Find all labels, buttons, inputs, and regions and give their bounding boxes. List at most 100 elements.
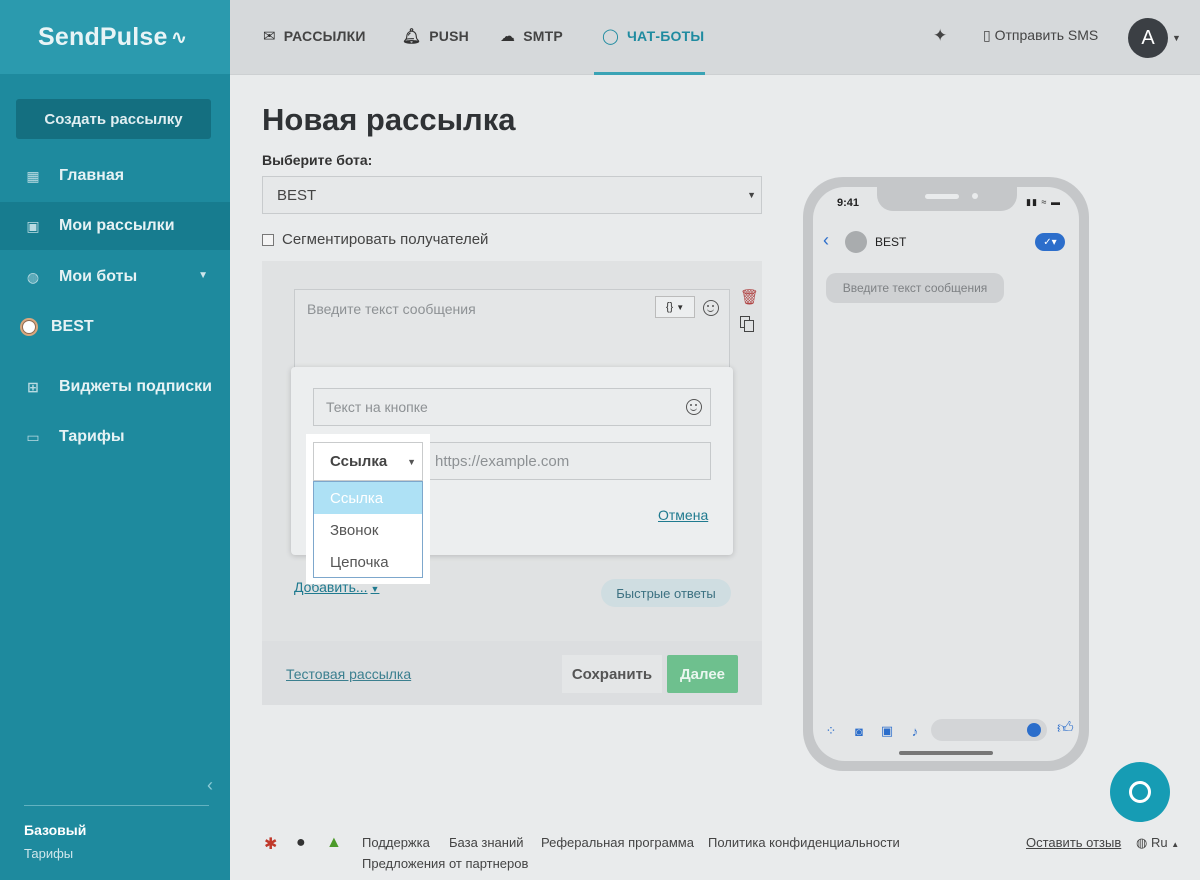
bot-select[interactable]: BEST ▼ <box>262 176 762 214</box>
action-bar: Тестовая рассылка Сохранить Далее <box>262 641 762 705</box>
tab-chatbots[interactable]: ◯ ЧАТ-БОТЫ <box>602 27 704 45</box>
sidebar-item-tariffs[interactable]: ▭ Тарифы <box>0 413 230 461</box>
feedback-link[interactable]: Оставить отзыв <box>1026 835 1121 850</box>
footer-link-privacy[interactable]: Политика конфиденциальности <box>708 835 900 850</box>
camera-icon: ◙ <box>855 723 863 739</box>
cloud-icon: ☁ <box>500 28 516 45</box>
sidebar-item-my-mailings[interactable]: ▣ Мои рассылки <box>0 202 230 250</box>
cancel-link[interactable]: Отмена <box>658 507 708 523</box>
tab-label: РАССЫЛКИ <box>283 28 366 44</box>
back-icon: ‹ <box>823 230 829 250</box>
segment-checkbox-row[interactable]: Сегментировать получателей <box>262 231 488 248</box>
tab-label: SMTP <box>523 28 563 44</box>
emoji-icon <box>1027 723 1041 737</box>
segment-label: Сегментировать получателей <box>282 231 489 248</box>
caret-down-icon: ▼ <box>198 270 208 281</box>
avatar[interactable]: A <box>1128 18 1168 58</box>
bell-icon: 🔔︎ <box>402 28 422 45</box>
caret-down-icon: ▼ <box>370 584 380 594</box>
phone-icon: ▯ <box>983 27 991 43</box>
slack-icon[interactable]: ✱ <box>264 834 277 854</box>
message-textarea[interactable]: Введите текст сообщения {} ▼ <box>294 289 730 369</box>
option-link[interactable]: Ссылка <box>314 482 422 514</box>
create-mailing-button[interactable]: Создать рассылку <box>16 99 211 139</box>
page-title: Новая рассылка <box>262 102 516 137</box>
globe-icon: ◍ <box>26 268 40 285</box>
quick-replies-button[interactable]: Быстрые ответы <box>601 579 731 607</box>
sidebar-item-best[interactable]: BEST <box>0 303 230 351</box>
pulse-icon: ∿ <box>170 26 188 49</box>
phone-input-bar: ⁘ ◙ ▣ ♪ 👍︎ <box>821 719 1077 743</box>
test-mailing-link[interactable]: Тестовая рассылка <box>286 666 411 682</box>
segment-checkbox[interactable] <box>262 233 274 246</box>
top-nav: ✉ РАССЫЛКИ 🔔︎ PUSH ☁ SMTP ◯ ЧАТ-БОТЫ ✦ ▯… <box>230 0 1200 75</box>
messenger-icon <box>20 318 38 336</box>
bot-select-label: Выберите бота: <box>262 152 373 168</box>
check-toggle-icon: ✓▾ <box>1035 233 1065 251</box>
gift-icon[interactable]: ✦ <box>933 26 947 46</box>
bot-avatar <box>845 231 867 253</box>
divider <box>24 805 209 806</box>
save-button[interactable]: Сохранить <box>562 655 662 693</box>
sidebar: SendPulse ∿ Создать рассылку ▦ Главная ▣ … <box>0 0 230 880</box>
plan-link[interactable]: Тарифы <box>24 846 73 861</box>
sidebar-item-label: Виджеты подписки <box>59 378 212 395</box>
footer-link-support[interactable]: Поддержка <box>362 835 430 850</box>
option-call[interactable]: Звонок <box>314 514 422 546</box>
chat-icon <box>1129 781 1151 803</box>
option-chain[interactable]: Цепочка <box>314 546 422 578</box>
widget-icon: ⊞ <box>27 378 39 395</box>
mic-icon: ♪ <box>911 723 919 739</box>
sidebar-item-label: Мои боты <box>59 268 138 285</box>
caret-down-icon: ▼ <box>407 457 416 467</box>
message-bubble: Введите текст сообщения <box>826 273 1004 303</box>
variables-icon: {} <box>665 301 674 313</box>
button-type-select[interactable]: Ссылка ▼ <box>313 442 423 481</box>
footer-link-partners[interactable]: Предложения от партнеров <box>362 856 528 871</box>
copy-icon[interactable] <box>740 316 754 332</box>
caret-down-icon: ▼ <box>747 190 756 200</box>
phone-bot-name: BEST <box>875 235 907 249</box>
globe-icon: ◍ <box>1136 835 1148 850</box>
footer-link-knowledge[interactable]: База знаний <box>449 835 524 850</box>
sidebar-item-label: BEST <box>51 318 94 335</box>
trash-icon[interactable]: 🗑︎ <box>740 288 759 306</box>
emoji-icon[interactable] <box>703 300 719 316</box>
collapse-sidebar-icon[interactable]: ‹ <box>207 775 213 796</box>
mail-icon: ✉ <box>263 28 276 45</box>
language-select[interactable]: ◍ Ru ▲ <box>1136 835 1179 851</box>
next-button[interactable]: Далее <box>667 655 738 693</box>
button-type-value: Ссылка <box>330 453 388 470</box>
mailings-icon: ▣ <box>26 217 40 234</box>
tab-push[interactable]: 🔔︎ PUSH <box>402 27 469 45</box>
wallet-icon: ▭ <box>26 428 40 445</box>
sidebar-item-label: Мои рассылки <box>59 217 175 234</box>
phone-text-input <box>931 719 1047 741</box>
tab-label: PUSH <box>429 28 469 44</box>
send-sms-link[interactable]: ▯ Отправить SMS <box>983 27 1098 44</box>
sidebar-item-home[interactable]: ▦ Главная <box>0 152 230 200</box>
android-icon[interactable]: ▲ <box>326 834 342 852</box>
plan-name: Базовый <box>24 822 87 838</box>
url-input[interactable]: https://example.com <box>421 442 711 480</box>
phone-notch <box>877 187 1017 211</box>
apple-icon[interactable]: ● <box>296 834 306 852</box>
emoji-icon[interactable] <box>686 399 702 415</box>
image-icon: ▣ <box>880 723 894 738</box>
button-type-options: Ссылка Звонок Цепочка <box>313 481 423 578</box>
variables-button[interactable]: {} ▼ <box>655 296 695 318</box>
footer-link-referral[interactable]: Реферальная программа <box>541 835 694 850</box>
logo[interactable]: SendPulse ∿ <box>0 0 230 74</box>
chat-support-button[interactable] <box>1110 762 1170 822</box>
tab-smtp[interactable]: ☁ SMTP <box>500 27 563 45</box>
button-text-input[interactable]: Текст на кнопке <box>313 388 711 426</box>
dashboard-icon: ▦ <box>26 167 40 184</box>
tab-mailings[interactable]: ✉ РАССЫЛКИ <box>263 27 366 45</box>
signal-battery-icon: ▮▮ ≈ ▬ <box>1026 197 1061 207</box>
phone-screen: 9:41 ▮▮ ≈ ▬ ‹ BEST ✓▾ Введите текст сооб… <box>813 187 1079 761</box>
home-indicator <box>899 751 993 755</box>
chevron-down-icon[interactable]: ▼ <box>1172 33 1181 43</box>
sidebar-item-my-bots[interactable]: ◍ Мои боты ▼ <box>0 253 230 301</box>
sidebar-item-widgets[interactable]: ⊞ Виджеты подписки <box>0 363 230 411</box>
caret-up-icon: ▲ <box>1171 840 1180 849</box>
